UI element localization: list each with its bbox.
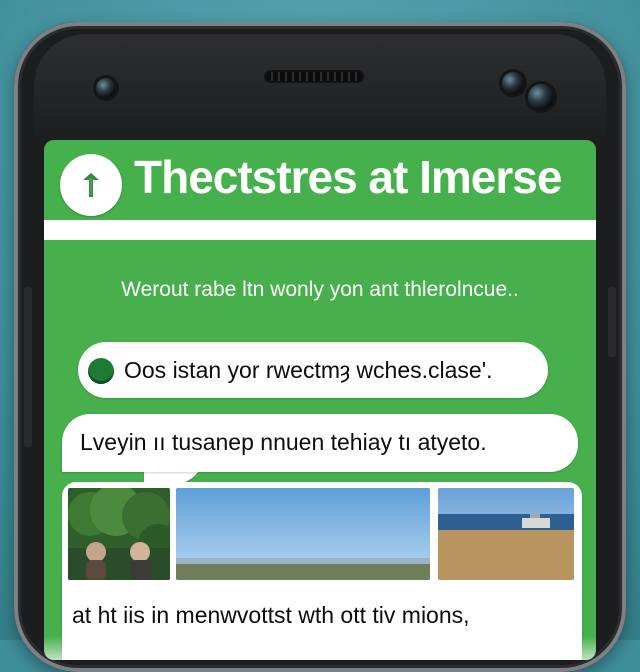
message-bubble-2[interactable]: Lveyin ıı tusanep nnuen tehiay tı atyeto… <box>62 414 578 472</box>
green-dot-icon <box>88 358 114 384</box>
front-camera-secondary-icon <box>528 84 554 110</box>
forest-people-photo[interactable] <box>68 488 170 580</box>
photo-caption: at ht iis in menwvottst wth ott tiv mion… <box>72 602 470 628</box>
photo-message-card[interactable]: at ht iis in menwvottst wth ott tiv mion… <box>62 482 582 660</box>
message-bubble-1[interactable]: Oos istan yor rwectmȝ wches.clase'. <box>78 342 548 398</box>
power-button <box>608 287 616 357</box>
speaker-grille <box>266 72 362 81</box>
horizon-sea-photo[interactable] <box>176 488 430 580</box>
forest-people-illustration <box>68 488 170 580</box>
sea-coast-photo[interactable] <box>438 488 574 580</box>
volume-button <box>24 287 32 447</box>
phone-screen: Thectstres at Imerse Werout rabe ltn won… <box>44 140 596 660</box>
sensor-icon <box>96 78 116 98</box>
header-divider <box>44 220 596 240</box>
subtitle-text: Werout rabe ltn wonly yon ant thlerolncu… <box>121 278 519 301</box>
message-text-1: Oos istan yor rwectmȝ wches.clase'. <box>124 357 493 383</box>
tree-icon <box>83 173 99 197</box>
app-title: Thectstres at Imerse <box>134 151 562 203</box>
message-text-2: Lveyin ıı tusanep nnuen tehiay tı atyeto… <box>80 429 487 455</box>
app-logo[interactable] <box>60 154 122 216</box>
front-camera-icon <box>502 72 524 94</box>
horizon-sea-illustration <box>176 488 430 580</box>
sea-coast-illustration <box>438 488 574 580</box>
app-header: Thectstres at Imerse <box>44 140 596 220</box>
